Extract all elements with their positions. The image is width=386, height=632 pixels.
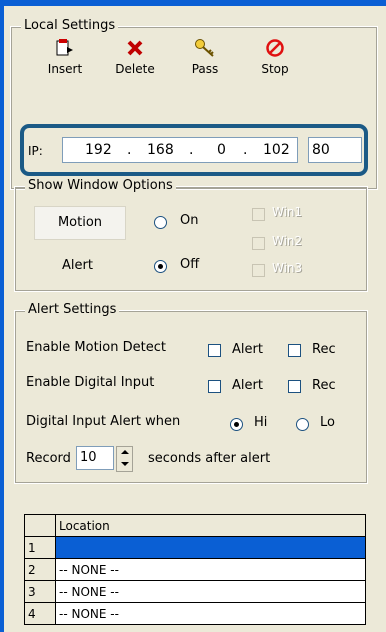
digital-alert-checkbox[interactable]: [208, 380, 221, 393]
port-value: 80: [312, 142, 330, 158]
grid-header-row: Location: [24, 514, 366, 537]
settings-panel: Local Settings Insert Delete Pass Stop I…: [4, 6, 386, 632]
digital-alert-when-label: Digital Input Alert when: [26, 414, 181, 429]
alert-settings-title: Alert Settings: [25, 302, 120, 318]
stop-button[interactable]: Stop: [240, 38, 310, 76]
row-number: 1: [24, 536, 56, 559]
record-label: Record: [26, 451, 71, 466]
location-cell[interactable]: [55, 536, 366, 559]
pass-label: Pass: [191, 62, 219, 76]
hi-radio[interactable]: [230, 418, 243, 431]
win3-checkbox[interactable]: [252, 264, 265, 277]
ip-dot-1: .: [127, 142, 132, 158]
key-icon: [195, 39, 214, 57]
ip-address-field[interactable]: 192 . 168 . 0 . 102: [62, 137, 298, 163]
ip-label: IP:: [28, 144, 43, 158]
ip-dot-2: .: [189, 142, 194, 158]
win1-label: Win1: [272, 205, 303, 219]
win3-label: Win3: [272, 261, 303, 275]
digital-alert-label: Alert: [232, 378, 263, 393]
motion-alert-checkbox[interactable]: [208, 344, 221, 357]
spinner-up-icon[interactable]: [121, 450, 129, 454]
local-settings-title: Local Settings: [21, 18, 119, 34]
motion-detect-label: Enable Motion Detect: [26, 340, 166, 355]
motion-button[interactable]: Motion: [34, 206, 126, 240]
spinner-down-icon[interactable]: [121, 462, 129, 466]
on-radio[interactable]: [154, 216, 167, 229]
stop-icon: [266, 39, 284, 57]
hi-radio-label: Hi: [254, 415, 268, 430]
record-seconds-input[interactable]: 10: [76, 446, 114, 470]
seconds-after-alert-label: seconds after alert: [148, 451, 271, 466]
delete-button[interactable]: Delete: [100, 38, 170, 76]
delete-label: Delete: [115, 62, 155, 76]
table-row[interactable]: 2 -- NONE --: [24, 558, 366, 581]
win2-checkbox[interactable]: [252, 237, 265, 250]
lo-radio-label: Lo: [320, 415, 335, 430]
win1-checkbox[interactable]: [252, 208, 265, 221]
row-number: 2: [24, 558, 56, 581]
location-cell[interactable]: -- NONE --: [55, 558, 366, 581]
alert-label: Alert: [62, 258, 93, 273]
motion-rec-label: Rec: [312, 342, 336, 357]
insert-icon: [56, 39, 73, 56]
pass-button[interactable]: Pass: [170, 38, 240, 76]
location-cell[interactable]: -- NONE --: [55, 580, 366, 603]
port-field[interactable]: 80: [308, 137, 362, 163]
grid-corner-cell: [24, 514, 56, 537]
digital-input-label: Enable Digital Input: [26, 375, 155, 390]
location-grid: Location 1 2 -- NONE -- 3 -- NONE -- 4 -…: [24, 514, 366, 625]
location-column-header[interactable]: Location: [55, 514, 366, 537]
on-radio-label: On: [180, 213, 199, 228]
record-seconds-value: 10: [80, 450, 97, 465]
ip-octet-2[interactable]: 168: [147, 142, 174, 158]
record-spinner[interactable]: [116, 446, 133, 472]
ip-octet-1[interactable]: 192: [85, 142, 112, 158]
table-row[interactable]: 3 -- NONE --: [24, 580, 366, 603]
row-number: 3: [24, 580, 56, 603]
digital-rec-checkbox[interactable]: [288, 380, 301, 393]
lo-radio[interactable]: [296, 418, 309, 431]
off-radio-label: Off: [180, 257, 200, 272]
table-row[interactable]: 4 -- NONE --: [24, 602, 366, 625]
win2-label: Win2: [272, 234, 303, 248]
delete-icon: [127, 40, 143, 56]
location-cell[interactable]: -- NONE --: [55, 602, 366, 625]
off-radio[interactable]: [154, 260, 167, 273]
stop-label: Stop: [261, 62, 289, 76]
motion-rec-checkbox[interactable]: [288, 344, 301, 357]
ip-dot-3: .: [243, 142, 248, 158]
insert-label: Insert: [47, 62, 83, 76]
motion-button-label: Motion: [57, 215, 103, 230]
table-row[interactable]: 1: [24, 536, 366, 559]
ip-octet-3[interactable]: 0: [217, 142, 226, 158]
show-window-options-title: Show Window Options: [25, 178, 176, 194]
ip-octet-4[interactable]: 102: [263, 142, 290, 158]
motion-alert-label: Alert: [232, 342, 263, 357]
digital-rec-label: Rec: [312, 378, 336, 393]
row-number: 4: [24, 602, 56, 625]
insert-button[interactable]: Insert: [30, 38, 100, 76]
